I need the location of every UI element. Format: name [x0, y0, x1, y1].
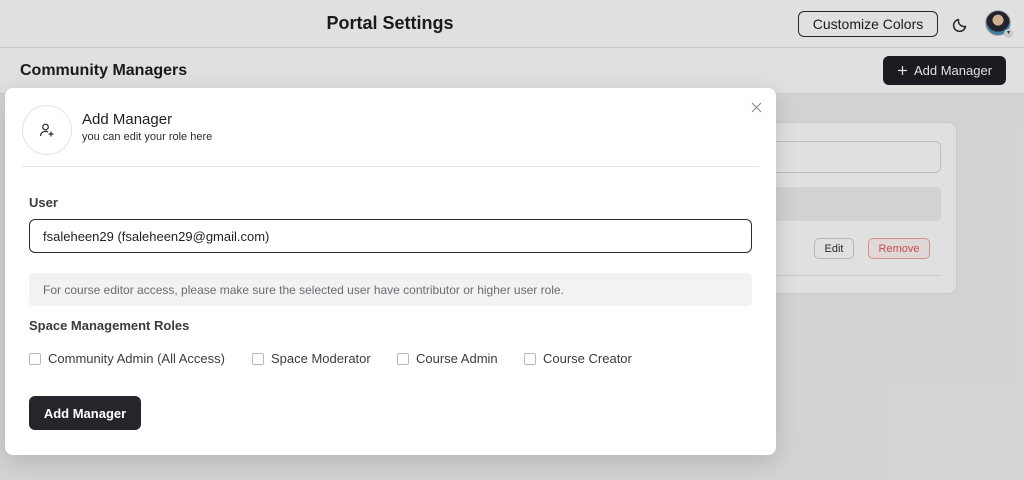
- access-notice: For course editor access, please make su…: [29, 273, 752, 306]
- course-admin-checkbox[interactable]: [397, 352, 409, 365]
- add-manager-submit-button[interactable]: Add Manager: [29, 396, 141, 430]
- role-label: Course Admin: [416, 351, 498, 366]
- user-label: User: [29, 195, 58, 210]
- user-select-field[interactable]: [29, 219, 752, 253]
- modal-divider: [22, 166, 759, 167]
- role-course-admin[interactable]: Course Admin: [397, 351, 498, 366]
- roles-label: Space Management Roles: [29, 318, 190, 333]
- add-manager-modal: Add Manager you can edit your role here …: [5, 88, 776, 455]
- role-label: Course Creator: [543, 351, 632, 366]
- space-moderator-checkbox[interactable]: [252, 352, 264, 365]
- course-creator-checkbox[interactable]: [524, 352, 536, 365]
- close-icon[interactable]: [747, 98, 765, 116]
- modal-icon-container: [22, 105, 72, 155]
- community-admin-checkbox[interactable]: [29, 352, 41, 365]
- user-plus-icon: [39, 123, 54, 137]
- role-course-creator[interactable]: Course Creator: [524, 351, 632, 366]
- role-label: Community Admin (All Access): [48, 351, 225, 366]
- role-community-admin[interactable]: Community Admin (All Access): [29, 351, 225, 366]
- modal-subtitle: you can edit your role here: [82, 131, 213, 143]
- role-label: Space Moderator: [271, 351, 371, 366]
- role-space-moderator[interactable]: Space Moderator: [252, 351, 371, 366]
- modal-title: Add Manager: [82, 111, 173, 128]
